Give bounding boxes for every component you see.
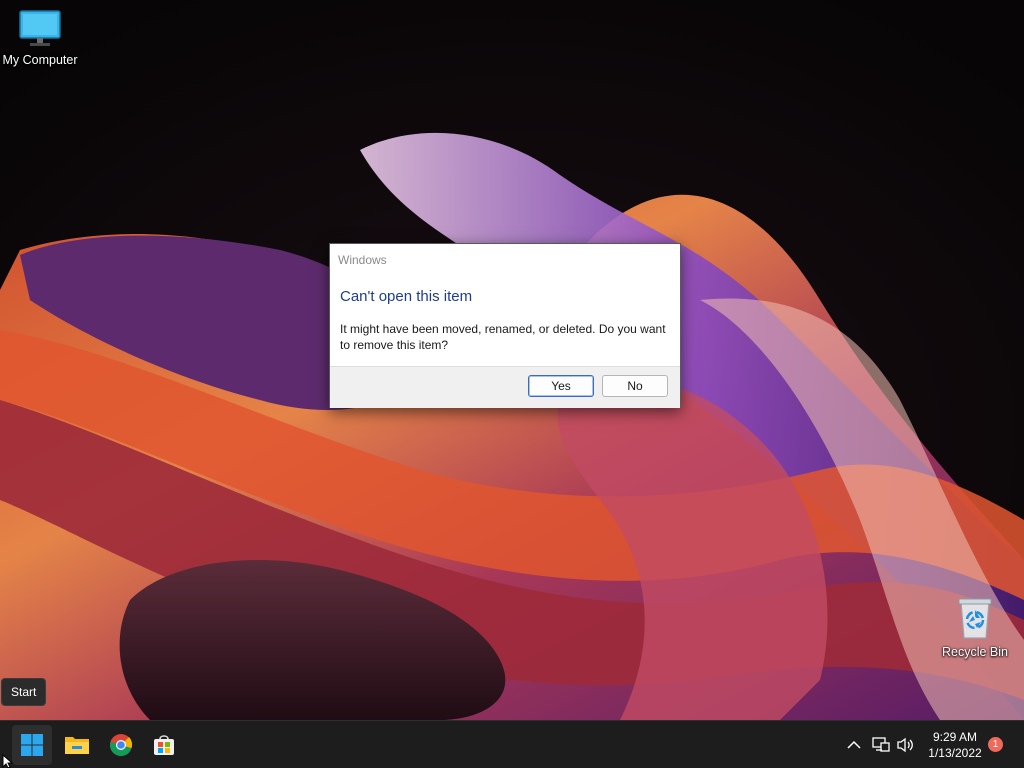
my-computer-desktop-icon[interactable]: My Computer (0, 8, 80, 67)
yes-button[interactable]: Yes (528, 375, 594, 397)
show-hidden-icons-button[interactable] (843, 721, 865, 768)
windows-logo-icon (21, 734, 43, 756)
my-computer-label: My Computer (2, 53, 78, 67)
chevron-up-icon (847, 740, 861, 749)
file-explorer-button[interactable] (57, 725, 97, 765)
error-dialog: Windows Can't open this item It might ha… (329, 243, 681, 408)
clock-date: 1/13/2022 (928, 745, 982, 760)
taskbar: 9:29 AM 1/13/2022 1 (0, 720, 1024, 768)
clock-time: 9:29 AM (932, 729, 978, 744)
volume-icon (897, 737, 913, 752)
start-button[interactable] (12, 725, 52, 765)
no-button[interactable]: No (602, 375, 668, 397)
dialog-title: Windows (338, 253, 387, 267)
volume-button[interactable] (894, 721, 916, 768)
recycle-bin-icon (958, 598, 992, 639)
recycle-bin-desktop-icon[interactable]: Recycle Bin (935, 596, 1015, 659)
mouse-cursor-icon (2, 754, 14, 768)
monitor-icon (19, 10, 61, 46)
start-tooltip: Start (1, 678, 47, 706)
chrome-icon (110, 734, 133, 756)
notification-badge[interactable]: 1 (988, 737, 1003, 752)
chrome-button[interactable] (101, 725, 141, 765)
desktop[interactable]: My Computer Recycle Bin Start Windows Ca… (0, 0, 1024, 720)
folder-icon (65, 737, 89, 754)
network-icon (872, 736, 890, 752)
recycle-bin-label: Recycle Bin (942, 645, 1008, 659)
dialog-heading: Can't open this item (340, 288, 473, 305)
network-button[interactable] (870, 721, 892, 768)
dialog-message: It might have been moved, renamed, or de… (340, 322, 666, 352)
store-button[interactable] (144, 725, 184, 765)
store-icon (154, 735, 174, 755)
clock-button[interactable]: 9:29 AM 1/13/2022 (922, 721, 988, 768)
